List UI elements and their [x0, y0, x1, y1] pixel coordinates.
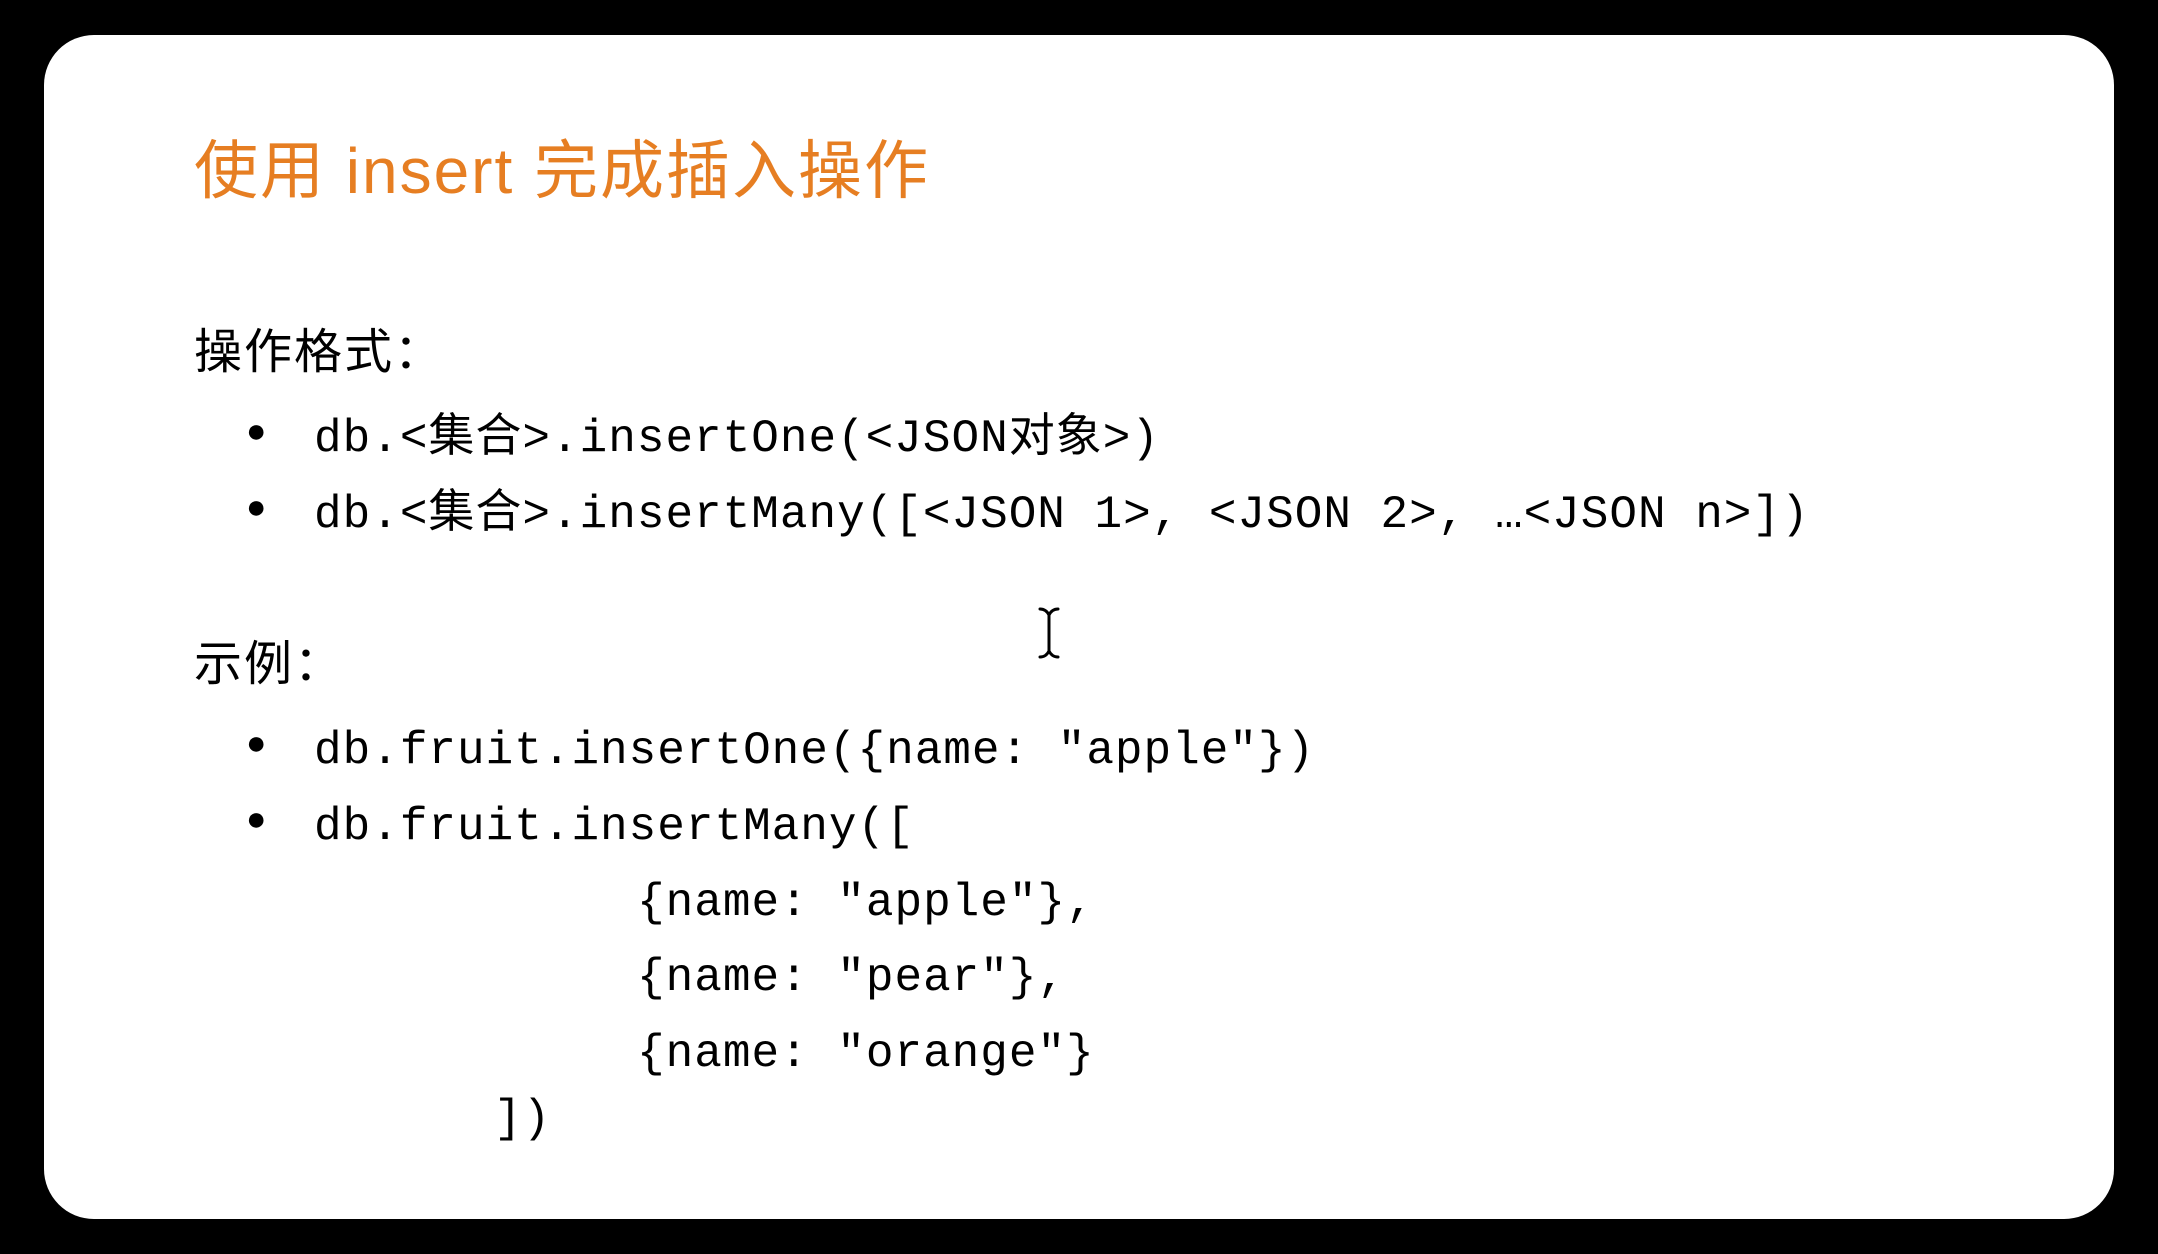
example-item-1: db.fruit.insertOne({name: "apple"}) [194, 714, 1984, 790]
format-section-label: 操作格式： [194, 312, 1984, 382]
text-cursor-icon [1034, 605, 1064, 673]
example-item-2: db.fruit.insertMany([ [194, 790, 1984, 866]
example-code-line-1: {name: "apple"}, [194, 866, 1984, 942]
slide-title: 使用 insert 完成插入操作 [194, 120, 1984, 212]
format-item-2: db.<集合>.insertMany([<JSON 1>, <JSON 2>, … [194, 478, 1984, 554]
example-list: db.fruit.insertOne({name: "apple"}) db.f… [194, 714, 1984, 866]
example-code-line-2: {name: "pear"}, [194, 941, 1984, 1017]
slide-container: 使用 insert 完成插入操作 操作格式： db.<集合>.insertOne… [44, 35, 2114, 1219]
example-code-line-3: {name: "orange"} [194, 1017, 1984, 1093]
format-item-1: db.<集合>.insertOne(<JSON对象>) [194, 402, 1984, 478]
example-section-label: 示例： [194, 624, 1984, 694]
format-list: db.<集合>.insertOne(<JSON对象>) db.<集合>.inse… [194, 402, 1984, 554]
example-closing: ]) [194, 1093, 1984, 1145]
